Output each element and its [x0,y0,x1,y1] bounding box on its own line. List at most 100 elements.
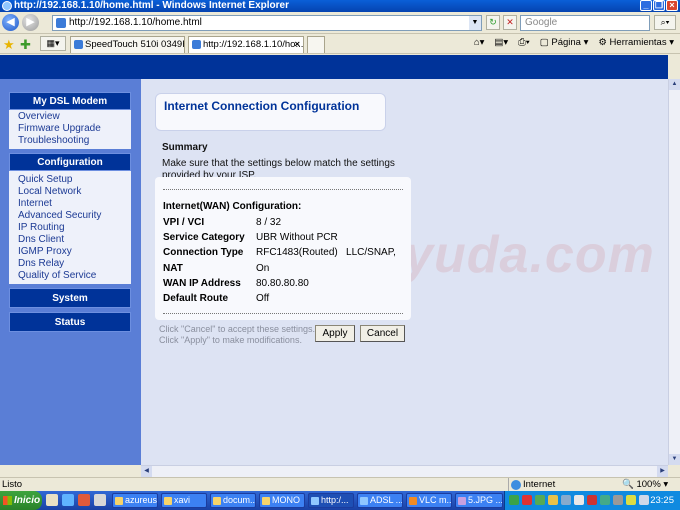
tab-page-icon [192,40,201,49]
taskbar-item-mono[interactable]: MONO [259,493,305,508]
clock: 23:25 [650,495,674,506]
taskbar-item-ie[interactable]: http:/... [308,493,354,508]
quicklaunch-icon[interactable] [46,494,58,506]
feeds-icon[interactable]: ▤▾ [494,37,508,48]
sidebar-item-internet[interactable]: Internet [9,198,131,210]
apply-button[interactable]: Apply [315,325,355,342]
menu-list-my-dsl-modem: Overview Firmware Upgrade Troubleshootin… [9,110,131,149]
zoom-control[interactable]: 🔍 100% ▾ [622,478,668,491]
system-tray: 23:25 [504,491,680,510]
address-url: http://192.168.1.10/home.html [69,17,202,28]
tray-icon[interactable] [548,495,558,505]
taskbar-item-azureus[interactable]: azureus [112,493,158,508]
tray-icon[interactable] [561,495,571,505]
menu-section-my-dsl-modem[interactable]: My DSL Modem [9,92,131,110]
ie-icon [360,497,368,505]
quicklaunch-icon[interactable] [78,494,90,506]
action-hint: Click "Cancel" to accept these settings.… [159,324,315,345]
menu-section-status[interactable]: Status [9,312,131,332]
tray-icon[interactable] [522,495,532,505]
summary-heading: Summary [162,142,208,153]
tray-icon[interactable] [509,495,519,505]
taskbar-item-adsl[interactable]: ADSL ... [357,493,403,508]
sidebar-item-troubleshooting[interactable]: Troubleshooting [9,135,131,147]
ie-icon [311,497,319,505]
print-icon[interactable]: ⎙▾ [518,37,530,48]
page-menu[interactable]: ▢ Página ▾ [540,37,589,48]
sidebar-item-quality-of-service[interactable]: Quality of Service [9,270,131,282]
address-dropdown-icon[interactable]: ▼ [469,16,481,30]
sidebar-item-quick-setup[interactable]: Quick Setup [9,174,131,186]
menu-list-configuration: Quick Setup Local Network Internet Advan… [9,171,131,284]
sidebar-item-igmp-proxy[interactable]: IGMP Proxy [9,246,131,258]
sidebar-item-ip-routing[interactable]: IP Routing [9,222,131,234]
window-title: http://192.168.1.10/home.html - Windows … [14,0,289,11]
divider [163,313,403,314]
search-input[interactable]: Google [520,15,650,31]
page-icon [56,18,66,28]
tools-menu[interactable]: ⚙ Herramientas ▾ [598,37,674,48]
status-bar: Listo Internet 🔍 100% ▾ [0,477,680,491]
tab-home[interactable]: http://192.168.1.10/ho... × [188,36,304,53]
windows-logo-icon [3,496,12,505]
tray-icon[interactable] [535,495,545,505]
new-tab-button[interactable] [307,36,325,53]
search-icon[interactable]: ⌕▾ [654,15,676,30]
start-button[interactable]: Inicio [0,491,42,510]
status-text: Listo [2,479,23,490]
cancel-button[interactable]: Cancel [360,325,405,342]
restore-button[interactable]: ❐ [653,0,665,11]
folder-icon [213,497,221,505]
sidebar-item-local-network[interactable]: Local Network [9,186,131,198]
address-bar[interactable]: http://192.168.1.10/home.html ▼ [52,15,482,31]
vertical-scrollbar[interactable]: ▲ ▼ [668,79,680,465]
volume-icon[interactable] [639,495,649,505]
scroll-left-icon[interactable]: ◀ [141,466,152,477]
quick-tabs-icon[interactable]: ▦▾ [40,36,66,51]
sidebar-item-dns-client[interactable]: Dns Client [9,234,131,246]
divider [163,189,403,190]
horizontal-scrollbar[interactable]: ◀ ▶ [141,465,668,477]
add-favorite-icon[interactable]: ✚ [20,37,31,53]
minimize-button[interactable]: _ [640,0,652,11]
globe-icon [511,480,521,490]
tray-icon[interactable] [574,495,584,505]
tab-speedtouch[interactable]: SpeedTouch 510i 0349FGF3G [70,36,185,53]
back-button[interactable]: ◀ [2,14,19,31]
vlc-icon [409,497,417,505]
page-title: Internet Connection Configuration [164,99,360,113]
menu-section-configuration[interactable]: Configuration [9,153,131,171]
web-page: ● ● ●● ● ADSLAyuda.com My DSL Modem Over… [0,55,668,465]
sidebar-item-dns-relay[interactable]: Dns Relay [9,258,131,270]
sidebar-item-advanced-security[interactable]: Advanced Security [9,210,131,222]
window-title-bar[interactable]: http://192.168.1.10/home.html - Windows … [0,0,680,12]
menu-section-system[interactable]: System [9,288,131,308]
tray-icon[interactable] [600,495,610,505]
tray-icon[interactable] [613,495,623,505]
sidebar-item-firmware-upgrade[interactable]: Firmware Upgrade [9,123,131,135]
scroll-up-icon[interactable]: ▲ [669,79,680,90]
taskbar-item-docum[interactable]: docum... [210,493,256,508]
quicklaunch-icon[interactable] [62,494,74,506]
close-window-button[interactable]: × [666,0,678,11]
forward-button[interactable]: ▶ [22,14,39,31]
tray-icon[interactable] [587,495,597,505]
taskbar-item-jpg[interactable]: 5.JPG ... [455,493,503,508]
tray-icon[interactable] [626,495,636,505]
quicklaunch-icon[interactable] [94,494,106,506]
ie-logo-icon [2,1,12,11]
wan-config-panel: Internet(WAN) Configuration: VPI / VCI 8… [155,177,411,320]
sidebar-menu: My DSL Modem Overview Firmware Upgrade T… [9,92,131,332]
refresh-icon[interactable]: ↻ [486,15,500,30]
folder-icon [164,497,172,505]
taskbar-item-xavi[interactable]: xavi [161,493,207,508]
scroll-down-icon[interactable]: ▼ [669,454,680,465]
sidebar-item-overview[interactable]: Overview [9,111,131,123]
scroll-right-icon[interactable]: ▶ [657,466,668,477]
close-tab-icon[interactable]: × [294,37,300,52]
favorites-star-icon[interactable]: ★ [3,37,15,53]
taskbar-item-vlc[interactable]: VLC m... [406,493,452,508]
home-icon[interactable]: ⌂▾ [474,37,485,48]
stop-icon[interactable]: ✕ [503,15,517,30]
wan-config-title: Internet(WAN) Configuration: [163,201,302,212]
